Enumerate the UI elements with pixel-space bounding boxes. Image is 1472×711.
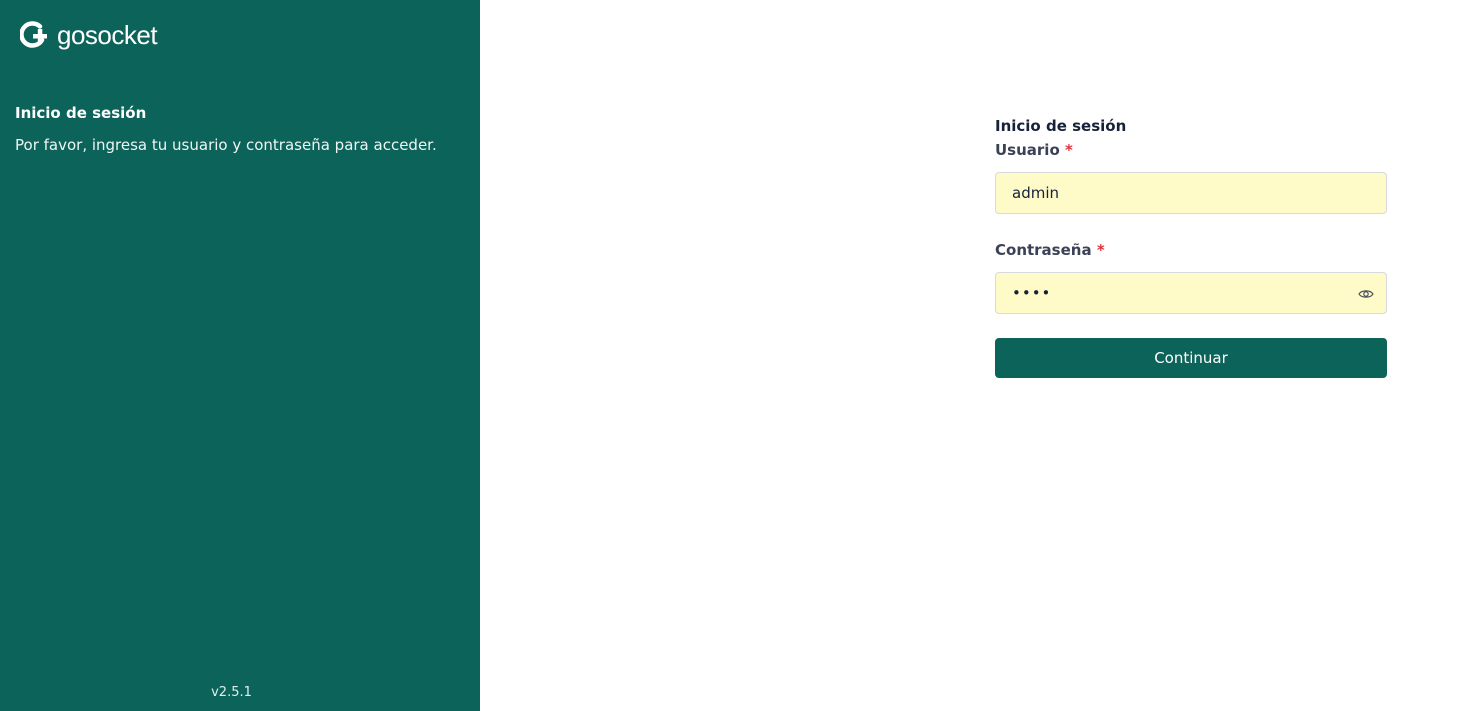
required-mark: * xyxy=(1065,141,1073,159)
password-label: Contraseña * xyxy=(995,240,1387,260)
login-form: Inicio de sesión Usuario * admin Contras… xyxy=(995,116,1387,378)
password-label-text: Contraseña xyxy=(995,241,1092,259)
username-input[interactable]: admin xyxy=(995,172,1387,214)
username-label: Usuario * xyxy=(995,140,1387,160)
username-value: admin xyxy=(1012,184,1059,202)
logo-text: gosocket xyxy=(57,20,158,50)
left-panel: gosocket Inicio de sesión Por favor, ing… xyxy=(0,0,480,711)
form-title: Inicio de sesión xyxy=(995,117,1127,135)
gosocket-logo-icon xyxy=(20,21,47,48)
eye-icon[interactable] xyxy=(1358,286,1374,302)
version-label: v2.5.1 xyxy=(211,685,252,700)
continue-button[interactable]: Continuar xyxy=(995,338,1387,378)
logo: gosocket xyxy=(20,20,158,50)
left-panel-description: Por favor, ingresa tu usuario y contrase… xyxy=(15,136,437,154)
password-masked-value: •••• xyxy=(1012,284,1052,302)
password-input[interactable]: •••• xyxy=(995,272,1387,314)
required-mark: * xyxy=(1096,241,1105,259)
left-panel-title: Inicio de sesión xyxy=(15,104,147,122)
username-label-text: Usuario xyxy=(995,141,1060,159)
